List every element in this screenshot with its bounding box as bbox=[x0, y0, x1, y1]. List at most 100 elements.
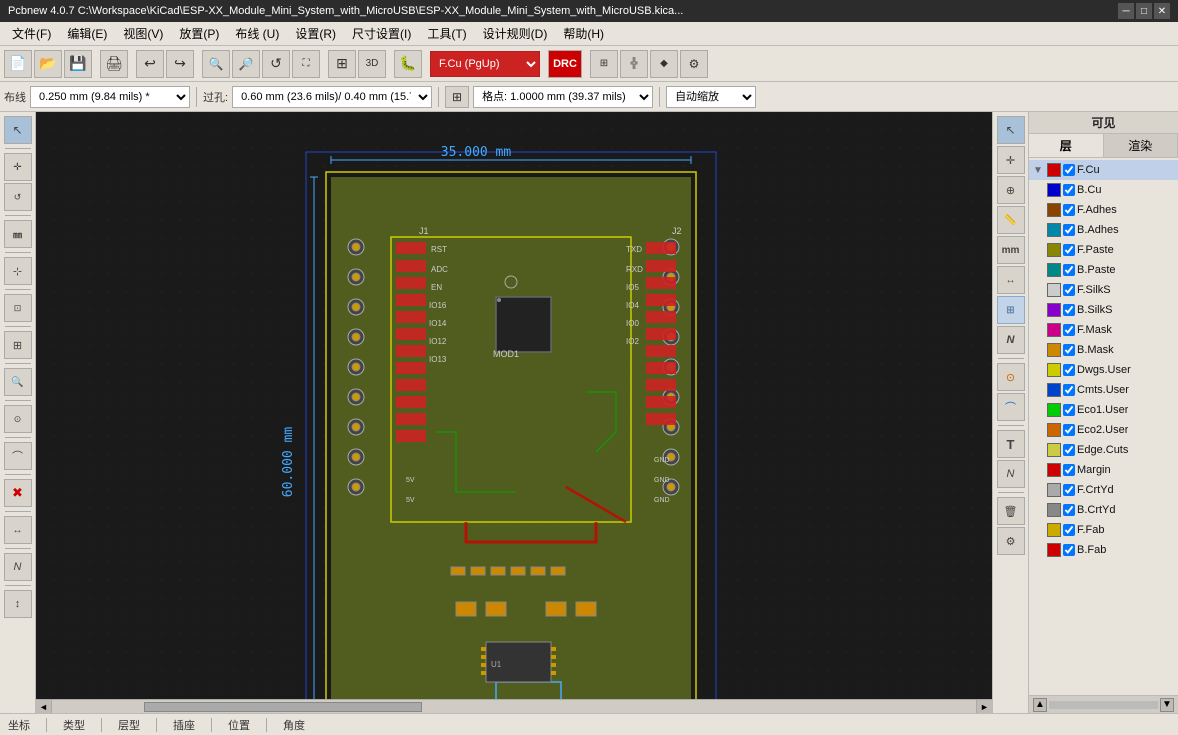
fit-btn[interactable]: ⛶ bbox=[292, 50, 320, 78]
n3-btn[interactable]: N bbox=[997, 460, 1025, 488]
minimize-btn[interactable]: ─ bbox=[1118, 3, 1134, 19]
ratsnest-btn[interactable]: ⊞ bbox=[997, 296, 1025, 324]
cross-btn[interactable]: ✛ bbox=[4, 153, 32, 181]
mirror-btn[interactable]: ↔ bbox=[4, 516, 32, 544]
layer-item-b-cu[interactable]: B.Cu bbox=[1029, 180, 1178, 200]
via-mode-btn[interactable]: ⊙ bbox=[997, 363, 1025, 391]
unit-mode-btn[interactable]: mm bbox=[997, 236, 1025, 264]
select-mode-btn[interactable]: ↖ bbox=[997, 116, 1025, 144]
refresh-btn[interactable]: ↺ bbox=[262, 50, 290, 78]
layer-check-f-crtyd[interactable] bbox=[1063, 484, 1075, 496]
undo-btn[interactable]: ↩ bbox=[136, 50, 164, 78]
local-coord-btn[interactable]: ↺ bbox=[4, 183, 32, 211]
layer-item-eco1-user[interactable]: Eco1.User bbox=[1029, 400, 1178, 420]
layer-item-f-crtyd[interactable]: F.CrtYd bbox=[1029, 480, 1178, 500]
cursor-btn[interactable]: ⊹ bbox=[4, 257, 32, 285]
zoom-in-btn[interactable]: 🔍 bbox=[202, 50, 230, 78]
text-mode-btn[interactable]: T bbox=[997, 430, 1025, 458]
ruler-mode-btn[interactable]: 📏 bbox=[997, 206, 1025, 234]
track-select[interactable]: 0.250 mm (9.84 mils) * bbox=[30, 86, 190, 108]
arc-tool-btn[interactable]: ⌒ bbox=[4, 442, 32, 470]
menu-item-route[interactable]: 布线 (U) bbox=[227, 23, 287, 44]
print-btn[interactable]: 🖨 bbox=[100, 50, 128, 78]
layer-item-b-adhes[interactable]: B.Adhes bbox=[1029, 220, 1178, 240]
new-file-btn[interactable]: 📄 bbox=[4, 50, 32, 78]
open-file-btn[interactable]: 📂 bbox=[34, 50, 62, 78]
menu-item-design[interactable]: 设计规则(D) bbox=[475, 23, 556, 44]
menu-item-help[interactable]: 帮助(H) bbox=[555, 23, 612, 44]
layer-item-f-mask[interactable]: F.Mask bbox=[1029, 320, 1178, 340]
layer-item-eco2-user[interactable]: Eco2.User bbox=[1029, 420, 1178, 440]
layer-check-cmts-user[interactable] bbox=[1063, 384, 1075, 396]
layer-check-f-fab[interactable] bbox=[1063, 524, 1075, 536]
layers-scroll-up-btn[interactable]: ▲ bbox=[1033, 698, 1047, 712]
delete-tool-btn[interactable]: ✖ bbox=[4, 479, 32, 507]
layer-check-b-mask[interactable] bbox=[1063, 344, 1075, 356]
trash-btn[interactable]: 🗑 bbox=[997, 497, 1025, 525]
n-btn[interactable]: N bbox=[4, 553, 32, 581]
layer-check-b-crtyd[interactable] bbox=[1063, 504, 1075, 516]
layer-check-eco1-user[interactable] bbox=[1063, 404, 1075, 416]
tab-render[interactable]: 渲染 bbox=[1104, 134, 1178, 157]
layer-check-f-silks[interactable] bbox=[1063, 284, 1075, 296]
mm-btn[interactable]: ㎜ bbox=[4, 220, 32, 248]
arc-mode-btn[interactable]: ⌒ bbox=[997, 393, 1025, 421]
zoom-select[interactable]: 自动缩放 bbox=[666, 86, 756, 108]
grid-select[interactable]: 格点: 1.0000 mm (39.37 mils) bbox=[473, 86, 653, 108]
layer-check-f-mask[interactable] bbox=[1063, 324, 1075, 336]
layer-item-b-fab[interactable]: B.Fab bbox=[1029, 540, 1178, 560]
menu-item-settings[interactable]: 设置(R) bbox=[287, 23, 344, 44]
layer-item-edge-cuts[interactable]: Edge.Cuts bbox=[1029, 440, 1178, 460]
layer-item-f-silks[interactable]: F.SilkS bbox=[1029, 280, 1178, 300]
flip-mode-btn[interactable]: ↔ bbox=[997, 266, 1025, 294]
scroll-right-btn[interactable]: ► bbox=[976, 700, 992, 714]
layers-scroll-down-btn[interactable]: ▼ bbox=[1160, 698, 1174, 712]
drc-btn[interactable]: DRC bbox=[548, 50, 582, 78]
layer-check-edge-cuts[interactable] bbox=[1063, 444, 1075, 456]
layer-item-b-paste[interactable]: B.Paste bbox=[1029, 260, 1178, 280]
layer-item-f-adhes[interactable]: F.Adhes bbox=[1029, 200, 1178, 220]
layer-item-margin[interactable]: Margin bbox=[1029, 460, 1178, 480]
layer-check-b-fab[interactable] bbox=[1063, 544, 1075, 556]
layer-item-f-fab[interactable]: F.Fab bbox=[1029, 520, 1178, 540]
close-btn[interactable]: ✕ bbox=[1154, 3, 1170, 19]
layer-check-dwgs-user[interactable] bbox=[1063, 364, 1075, 376]
scroll-left-btn[interactable]: ◄ bbox=[36, 700, 52, 714]
h-scrollthumb[interactable] bbox=[144, 702, 421, 712]
save-file-btn[interactable]: 💾 bbox=[64, 50, 92, 78]
layer-check-b-cu[interactable] bbox=[1063, 184, 1075, 196]
redo-btn[interactable]: ↪ bbox=[166, 50, 194, 78]
layer-item-f-paste[interactable]: F.Paste bbox=[1029, 240, 1178, 260]
prop-btn[interactable]: ⚙ bbox=[997, 527, 1025, 555]
layer-check-eco2-user[interactable] bbox=[1063, 424, 1075, 436]
menu-item-view[interactable]: 视图(V) bbox=[115, 23, 171, 44]
layer-check-f-adhes[interactable] bbox=[1063, 204, 1075, 216]
layer-check-f-paste[interactable] bbox=[1063, 244, 1075, 256]
layers-vscroll-thumb[interactable] bbox=[1049, 701, 1158, 709]
menu-item-edit[interactable]: 编辑(E) bbox=[59, 23, 115, 44]
select-tool-btn[interactable]: ↖ bbox=[4, 116, 32, 144]
layer-check-b-paste[interactable] bbox=[1063, 264, 1075, 276]
layer-item-b-crtyd[interactable]: B.CrtYd bbox=[1029, 500, 1178, 520]
h-scrollbar[interactable]: ◄ ► bbox=[36, 699, 992, 713]
layer-check-margin[interactable] bbox=[1063, 464, 1075, 476]
grid-icon-btn[interactable]: ⊞ bbox=[445, 86, 469, 108]
layer-select[interactable]: F.Cu (PgUp) B.Cu (PgDn) bbox=[430, 51, 540, 77]
move-mode-btn[interactable]: ✛ bbox=[997, 146, 1025, 174]
menu-item-tools[interactable]: 工具(T) bbox=[419, 23, 474, 44]
canvas-area[interactable]: 35.000 mm 60.000 mm bbox=[36, 112, 992, 713]
via-select[interactable]: 0.60 mm (23.6 mils)/ 0.40 mm (15.7 mils)… bbox=[232, 86, 432, 108]
module-btn[interactable]: ⊞ bbox=[4, 331, 32, 359]
router-btn[interactable]: ╬ bbox=[620, 50, 648, 78]
inspect-btn[interactable]: 🔍 bbox=[4, 368, 32, 396]
grid-btn[interactable]: ⊞ bbox=[328, 50, 356, 78]
tab-layer[interactable]: 层 bbox=[1029, 134, 1104, 157]
pad-tool-btn[interactable]: ⊡ bbox=[4, 294, 32, 322]
layer-item-cmts-user[interactable]: Cmts.User bbox=[1029, 380, 1178, 400]
3d-btn[interactable]: 3D bbox=[358, 50, 386, 78]
zoom-out-btn[interactable]: 🔎 bbox=[232, 50, 260, 78]
layer-item-b-mask[interactable]: B.Mask bbox=[1029, 340, 1178, 360]
pad-btn[interactable]: ⊞ bbox=[590, 50, 618, 78]
bug-btn[interactable]: 🐛 bbox=[394, 50, 422, 78]
n-mode-btn[interactable]: N bbox=[997, 326, 1025, 354]
